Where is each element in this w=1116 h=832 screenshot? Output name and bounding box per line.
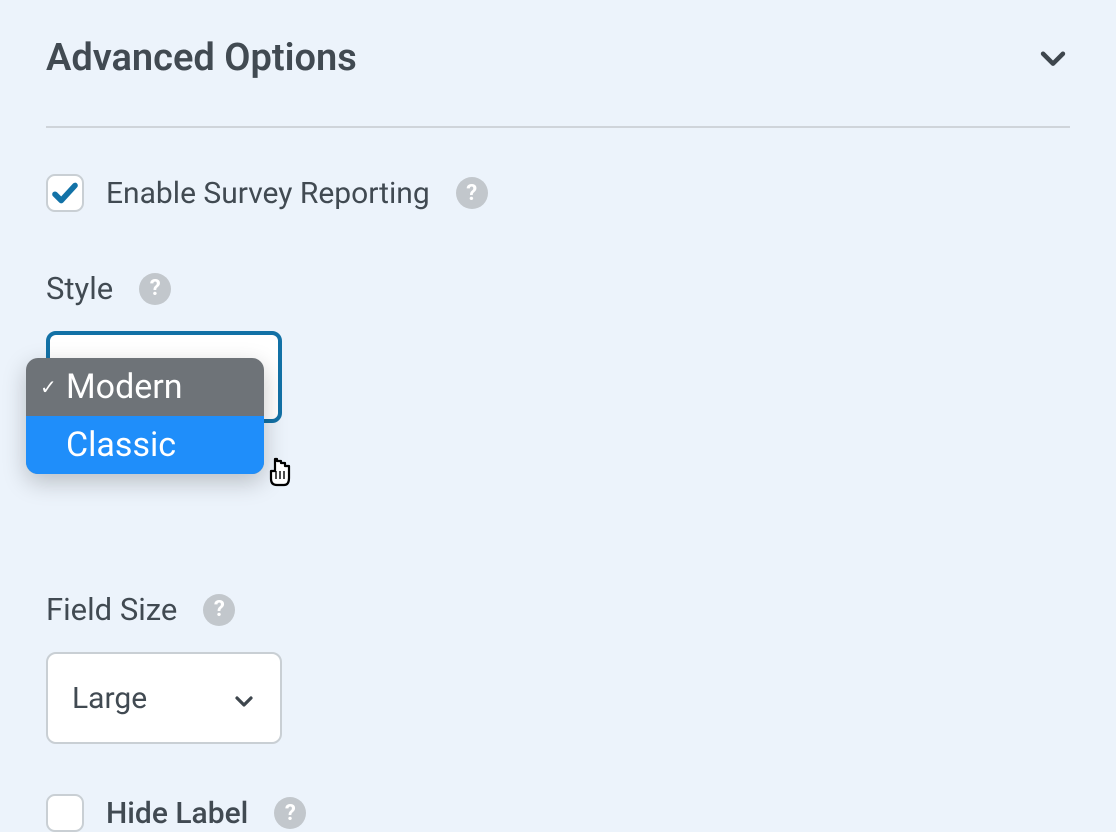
style-select-wrapper: Modern Classic xyxy=(46,331,1070,423)
style-field: Style ? Modern Classic xyxy=(46,270,1070,423)
field-size-select[interactable]: Large xyxy=(46,652,282,744)
enable-survey-reporting-checkbox[interactable] xyxy=(46,174,84,212)
style-dropdown[interactable]: Modern Classic xyxy=(26,358,264,474)
help-icon[interactable]: ? xyxy=(203,594,235,626)
help-icon[interactable]: ? xyxy=(456,177,488,209)
style-option-label: Modern xyxy=(66,367,183,407)
hide-label-checkbox[interactable] xyxy=(46,794,84,832)
help-icon[interactable]: ? xyxy=(274,797,306,829)
chevron-down-icon xyxy=(232,686,256,710)
enable-survey-reporting-row: Enable Survey Reporting ? xyxy=(46,174,1070,212)
hide-label-row: Hide Label ? xyxy=(46,794,1070,832)
style-label: Style xyxy=(46,270,113,307)
help-icon[interactable]: ? xyxy=(139,273,171,305)
chevron-down-icon[interactable] xyxy=(1036,41,1070,75)
style-label-row: Style ? xyxy=(46,270,1070,307)
section-title: Advanced Options xyxy=(46,36,357,80)
field-size-field: Field Size ? Large xyxy=(46,591,1070,744)
style-option-classic[interactable]: Classic xyxy=(26,416,264,474)
style-option-modern[interactable]: Modern xyxy=(26,358,264,416)
field-size-label: Field Size xyxy=(46,591,177,628)
field-size-label-row: Field Size ? xyxy=(46,591,1070,628)
section-header[interactable]: Advanced Options xyxy=(46,10,1070,128)
field-size-value: Large xyxy=(72,681,147,716)
hide-label-label: Hide Label xyxy=(106,796,248,831)
enable-survey-reporting-label: Enable Survey Reporting xyxy=(106,176,430,211)
advanced-options-panel: Advanced Options Enable Survey Reporting… xyxy=(0,0,1116,832)
style-option-label: Classic xyxy=(66,425,176,465)
